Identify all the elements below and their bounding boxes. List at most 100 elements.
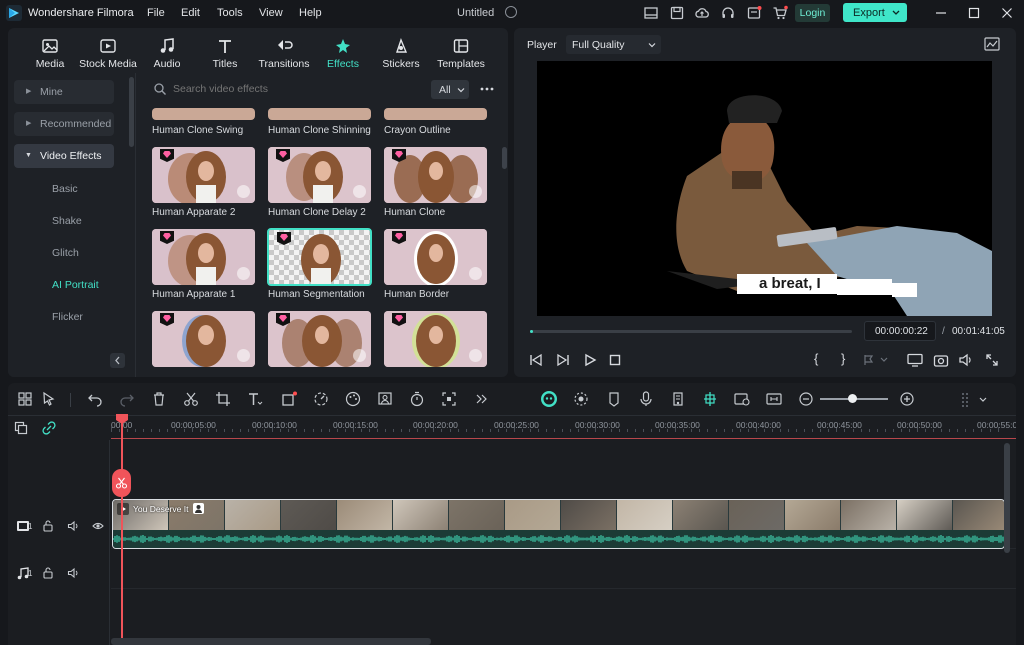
export-button[interactable]: Export [843,3,907,22]
effect-card-human-clone-delay-2[interactable] [268,147,371,203]
effect-card[interactable] [268,311,371,367]
video-clip[interactable]: You Deserve It [112,499,1005,549]
quality-dropdown[interactable]: Full Quality [566,35,661,54]
download-icon[interactable] [469,267,482,280]
playback-progress[interactable] [530,330,852,333]
tab-effects[interactable]: Effects [322,28,364,72]
tab-stickers[interactable]: Stickers [380,28,422,72]
marker-icon[interactable] [605,390,623,408]
more-options-icon[interactable] [479,85,495,93]
tab-media[interactable]: Media [30,28,70,72]
collapse-sidebar-button[interactable] [110,353,125,368]
timeline-options-icon[interactable] [958,390,987,408]
cloud-upload-icon[interactable] [694,5,710,21]
sidebar-scrollbar[interactable] [129,77,134,147]
search-bar[interactable] [151,79,419,101]
current-time-display[interactable]: 00:00:00:22 [864,321,936,341]
effect-card-human-border[interactable] [384,229,487,285]
sidebar-item-shake[interactable]: Shake [8,209,130,233]
minimize-icon[interactable] [933,5,949,21]
search-input[interactable] [173,80,413,98]
effect-thumbnail[interactable] [268,108,371,120]
download-icon[interactable] [469,349,482,362]
record-voiceover-icon[interactable] [637,390,655,408]
redo-icon[interactable] [118,390,136,408]
previous-frame-icon[interactable] [529,353,543,367]
download-icon[interactable] [353,349,366,362]
render-preview-icon[interactable] [572,390,590,408]
effect-thumbnail[interactable] [152,108,255,120]
auto-reframe-icon[interactable] [440,390,458,408]
track-mute-icon[interactable] [67,520,79,532]
track-mute-icon[interactable] [67,567,79,579]
tab-stock-media[interactable]: Stock Media [78,28,138,72]
delete-icon[interactable] [150,390,168,408]
scopes-icon[interactable] [984,37,1000,51]
effect-card-human-apparate-2[interactable] [152,147,255,203]
marker-dropdown-icon[interactable] [863,354,891,366]
sidebar-item-flicker[interactable]: Flicker [8,305,130,329]
next-frame-icon[interactable] [556,353,570,367]
headset-icon[interactable] [720,5,736,21]
playhead-split-button[interactable] [112,469,131,497]
effect-card-human-apparate-1[interactable] [152,229,255,285]
audio-mixer-icon[interactable] [669,390,687,408]
sidebar-item-video-effects[interactable]: ▼ Video Effects [14,144,114,168]
sidebar-item-recommended[interactable]: ▶ Recommended [14,112,114,136]
download-icon[interactable] [237,267,250,280]
layout-grid-icon[interactable] [16,390,34,408]
add-track-icon[interactable] [14,421,28,435]
ai-portrait-tool-icon[interactable] [376,390,394,408]
layout-icon[interactable] [643,5,659,21]
cart-icon[interactable] [772,5,788,21]
fullscreen-icon[interactable] [985,353,999,367]
mark-in-icon[interactable]: { [814,351,818,366]
maximize-icon[interactable] [966,5,982,21]
download-icon[interactable] [237,349,250,362]
stop-icon[interactable] [608,353,622,367]
more-tools-icon[interactable] [472,390,490,408]
effect-card[interactable] [384,311,487,367]
display-settings-icon[interactable] [907,353,923,367]
timeline-horizontal-scrollbar[interactable] [111,638,431,645]
tab-transitions[interactable]: Transitions [256,28,312,72]
menu-view[interactable]: View [259,7,283,19]
download-icon[interactable] [237,185,250,198]
select-tool-icon[interactable] [40,390,58,408]
speed-icon[interactable] [312,390,330,408]
filter-dropdown[interactable]: All [431,80,469,99]
grid-scrollbar[interactable] [502,147,507,169]
menu-tools[interactable]: Tools [217,7,243,19]
video-preview[interactable]: a breat, I [537,61,992,316]
menu-file[interactable]: File [147,7,165,19]
download-icon[interactable] [353,185,366,198]
playhead[interactable] [121,414,123,645]
notification-icon[interactable] [746,5,762,21]
zoom-in-icon[interactable] [898,390,916,408]
login-button[interactable]: Login [795,4,830,22]
track-lock-icon[interactable] [42,520,54,532]
effect-thumbnail[interactable] [384,108,487,120]
volume-icon[interactable] [958,353,974,367]
text-tool-icon[interactable] [246,390,264,408]
mark-out-icon[interactable]: } [841,351,845,366]
crop-icon[interactable] [214,390,232,408]
track-lock-icon[interactable] [42,567,54,579]
sidebar-item-mine[interactable]: ▶ Mine [14,80,114,104]
save-icon[interactable] [669,5,685,21]
picture-in-picture-icon[interactable] [765,390,783,408]
color-palette-icon[interactable] [344,390,362,408]
shape-mask-icon[interactable] [280,390,298,408]
snapshot-icon[interactable] [933,353,949,367]
link-icon[interactable] [42,421,56,435]
download-icon[interactable] [469,185,482,198]
menu-edit[interactable]: Edit [181,7,200,19]
zoom-slider-handle[interactable] [848,394,857,403]
tab-audio[interactable]: Audio [148,28,186,72]
sidebar-item-ai-portrait[interactable]: AI Portrait [8,273,130,297]
track-visibility-icon[interactable] [92,520,104,532]
effect-card-human-segmentation[interactable] [267,228,372,286]
split-scissors-icon[interactable] [182,390,200,408]
play-icon[interactable] [583,353,597,367]
undo-icon[interactable] [86,390,104,408]
